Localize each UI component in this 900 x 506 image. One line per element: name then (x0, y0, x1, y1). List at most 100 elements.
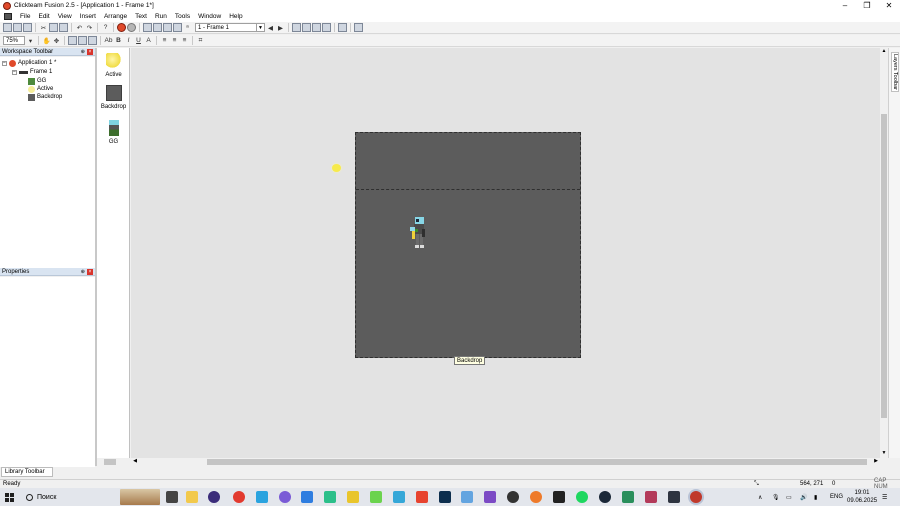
menu-window[interactable]: Window (194, 13, 225, 20)
media-player-icon[interactable] (208, 491, 220, 503)
object-bar-scrollbar[interactable] (97, 458, 130, 466)
run-application-icon[interactable] (117, 23, 126, 32)
underline-icon[interactable]: U (134, 36, 143, 45)
battery-icon[interactable]: ▮ (814, 488, 817, 506)
font-icon[interactable]: Ab (104, 36, 113, 45)
scroll-left-icon[interactable]: ◀ (131, 458, 139, 466)
close-button[interactable]: ✕ (878, 0, 900, 11)
gg-character-object[interactable] (407, 217, 429, 251)
event-editor-icon[interactable] (163, 23, 172, 32)
pin-icon[interactable]: ⊕ (81, 269, 85, 275)
cube-app-icon[interactable] (393, 491, 405, 503)
scroll-up-icon[interactable]: ▲ (880, 48, 888, 56)
taskbar-clock[interactable]: 19:01 09.06.2025 (847, 489, 877, 505)
taskbar-search[interactable]: Поиск (22, 490, 117, 504)
spotify-icon[interactable] (576, 491, 588, 503)
properties-icon[interactable] (88, 36, 97, 45)
zoom-select[interactable]: 75% (3, 36, 25, 45)
open-file-icon[interactable] (13, 23, 22, 32)
blender-icon[interactable] (530, 491, 542, 503)
cut-icon[interactable]: ✂ (39, 23, 48, 32)
run-build-icon[interactable] (302, 23, 311, 32)
library-toolbar-tab[interactable]: Library Toolbar (1, 467, 53, 477)
text-color-icon[interactable]: A (144, 36, 153, 45)
scrollbar-thumb[interactable] (207, 459, 867, 465)
snap-grid-icon[interactable] (78, 36, 87, 45)
frame-backdrop[interactable] (355, 132, 581, 358)
minimize-button[interactable]: – (834, 0, 856, 11)
object-item-backdrop[interactable]: Backdrop (97, 85, 130, 110)
menu-arrange[interactable]: Arrange (100, 13, 131, 20)
scroll-right-icon[interactable]: ▶ (872, 458, 880, 466)
start-button[interactable] (0, 488, 18, 506)
telegram-icon[interactable] (256, 491, 268, 503)
scrollbar-thumb[interactable] (881, 114, 887, 418)
notes-icon[interactable] (347, 491, 359, 503)
close-icon[interactable]: × (87, 49, 93, 55)
debugger-icon[interactable] (322, 23, 331, 32)
menu-text[interactable]: Text (131, 13, 151, 20)
capcut-icon[interactable] (553, 491, 565, 503)
storyboard-editor-icon[interactable] (143, 23, 152, 32)
scroll-down-icon[interactable]: ▼ (880, 450, 888, 458)
data-elements-icon[interactable]: ᵃ (183, 23, 192, 32)
microphone-icon[interactable]: 🎙 (772, 488, 780, 506)
save-icon[interactable] (23, 23, 32, 32)
task-view-icon[interactable] (166, 491, 178, 503)
align-left-icon[interactable]: ≡ (160, 36, 169, 45)
yandex-browser-icon[interactable] (233, 491, 245, 503)
tree-item-application[interactable]: − Application 1 * (2, 59, 56, 67)
file-explorer-icon[interactable] (186, 491, 198, 503)
object-item-active[interactable]: Active (97, 53, 130, 78)
editor-vertical-scrollbar[interactable]: ▲ ▼ (880, 48, 888, 458)
active-object[interactable] (332, 164, 341, 172)
undo-icon[interactable]: ↶ (75, 23, 84, 32)
show-grid-icon[interactable] (68, 36, 77, 45)
tray-chevron-icon[interactable]: ∧ (758, 488, 762, 506)
chevron-down-icon[interactable]: ▼ (256, 24, 264, 31)
italic-icon[interactable]: I (124, 36, 133, 45)
messenger-icon[interactable] (279, 491, 291, 503)
network-icon[interactable]: ▭ (786, 488, 792, 506)
search-highlight-image[interactable] (120, 489, 160, 505)
hand-tool-icon[interactable]: ✋ (42, 36, 51, 45)
frame-editor[interactable]: Backdrop (131, 48, 880, 458)
editor-horizontal-scrollbar[interactable]: ◀ ▶ (131, 458, 880, 466)
green-app-icon[interactable] (622, 491, 634, 503)
winrar-icon[interactable] (645, 491, 657, 503)
close-icon[interactable]: × (87, 269, 93, 275)
scroll-tool-icon[interactable]: ✥ (52, 36, 61, 45)
menu-tools[interactable]: Tools (171, 13, 194, 20)
scrollbar-thumb[interactable] (104, 459, 116, 465)
steam-icon[interactable] (599, 491, 611, 503)
event-list-icon[interactable] (173, 23, 182, 32)
menu-view[interactable]: View (54, 13, 76, 20)
frame-editor-icon[interactable] (153, 23, 162, 32)
frame-select[interactable]: 1 - Frame 1 ▼ (195, 23, 265, 32)
volume-icon[interactable]: 🔊 (800, 488, 807, 506)
clickteam-fusion-icon[interactable] (690, 491, 702, 503)
test-icon[interactable] (312, 23, 321, 32)
tree-item-frame[interactable]: − Frame 1 (12, 68, 52, 76)
object-item-gg[interactable]: GG (97, 120, 130, 145)
stop-icon[interactable] (127, 23, 136, 32)
red-app-icon[interactable] (416, 491, 428, 503)
properties-panel[interactable] (0, 277, 95, 467)
tree-item-backdrop[interactable]: Backdrop (28, 93, 62, 101)
notifications-icon[interactable]: ☰ (882, 488, 887, 506)
zoom-dropdown-icon[interactable]: ▾ (26, 36, 35, 45)
align-center-icon[interactable]: ≡ (170, 36, 179, 45)
unity-icon[interactable] (507, 491, 519, 503)
crop-icon[interactable]: ⌗ (196, 36, 205, 45)
paste-icon[interactable] (59, 23, 68, 32)
new-file-icon[interactable] (3, 23, 12, 32)
previous-frame-icon[interactable]: ◀ (266, 23, 275, 32)
vk-icon[interactable] (301, 491, 313, 503)
menu-file[interactable]: File (16, 13, 34, 20)
menu-help[interactable]: Help (225, 13, 246, 20)
tree-item-active[interactable]: Active (28, 85, 53, 93)
lightning-app-icon[interactable] (370, 491, 382, 503)
help-icon[interactable]: ? (101, 23, 110, 32)
app-icon-green[interactable] (324, 491, 336, 503)
visual-studio-icon[interactable] (484, 491, 496, 503)
